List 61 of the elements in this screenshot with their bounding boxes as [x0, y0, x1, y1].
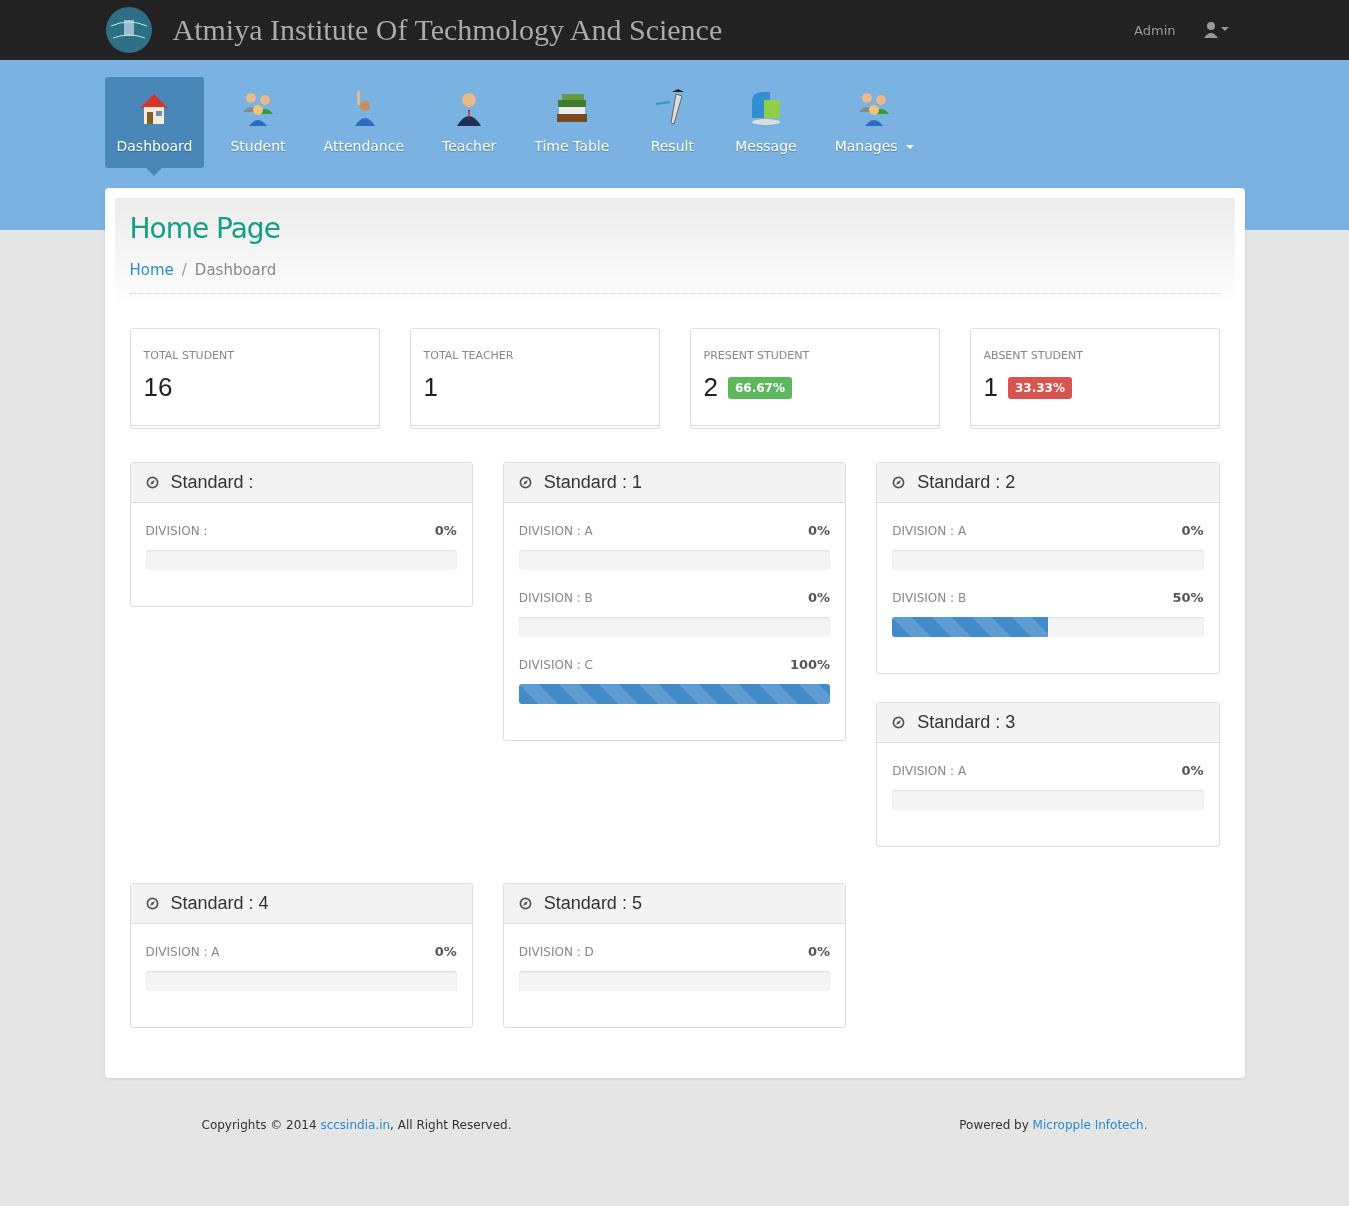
user-name: Admin: [1134, 22, 1176, 38]
division-label: DIVISION : A: [518, 523, 593, 538]
division-percent: 50%: [1172, 590, 1204, 605]
stat-value: 1: [983, 372, 998, 403]
user-menu-icon[interactable]: [1203, 22, 1230, 38]
compass-icon: [518, 476, 532, 489]
panel-title: Standard : 5: [543, 893, 642, 914]
percent-label: 66.67%: [727, 376, 792, 399]
nav-tab[interactable]: Attendance: [311, 77, 417, 168]
nav-tab[interactable]: Student: [218, 77, 298, 168]
stat-label: TOTAL STUDENT: [143, 349, 235, 362]
panel-title: Standard : 2: [917, 472, 1016, 493]
division-label: DIVISION : A: [892, 523, 967, 538]
breadcrumb-current: Dashboard: [194, 261, 277, 279]
division-label: DIVISION :: [145, 523, 208, 538]
division-percent: 0%: [1181, 523, 1204, 538]
compass-icon: [892, 716, 906, 729]
compass-icon: [518, 897, 532, 910]
powered-by-text: Powered by Micropple Infotech.: [959, 1118, 1148, 1132]
division-label: DIVISION : A: [145, 944, 220, 959]
division-percent: 0%: [808, 590, 831, 605]
compass-icon: [145, 476, 159, 489]
nav-tab[interactable]: Teacher: [430, 77, 509, 168]
division-label: DIVISION : C: [518, 657, 593, 672]
division-percent: 0%: [1181, 763, 1204, 778]
nav-tab[interactable]: Dashboard: [104, 77, 205, 168]
division-label: DIVISION : A: [892, 763, 967, 778]
globe-logo-icon: [104, 6, 153, 54]
division-percent: 0%: [434, 944, 457, 959]
site-link[interactable]: sccsindia.in: [320, 1118, 391, 1132]
page-title: Home Page: [129, 212, 281, 245]
panel-title: Standard :: [170, 472, 254, 493]
division-percent: 0%: [808, 944, 831, 959]
company-link[interactable]: Micropple Infotech.: [1032, 1118, 1148, 1132]
nav-tab[interactable]: Time Table: [522, 77, 622, 168]
division-label: DIVISION : B: [892, 590, 967, 605]
division-percent: 100%: [790, 657, 831, 672]
stat-value: 2: [703, 372, 718, 403]
site-title: Atmiya Institute Of Techmology And Science: [172, 13, 724, 47]
stat-label: PRESENT STUDENT: [703, 349, 811, 362]
compass-icon: [892, 476, 906, 489]
division-percent: 0%: [808, 523, 831, 538]
nav-tab[interactable]: Message: [723, 77, 809, 168]
nav-tab[interactable]: Result: [635, 77, 710, 168]
panel-title: Standard : 1: [543, 472, 642, 493]
breadcrumb-link[interactable]: Home: [129, 261, 174, 279]
division-label: DIVISION : D: [518, 944, 594, 959]
division-percent: 0%: [434, 523, 457, 538]
panel-title: Standard : 3: [917, 712, 1016, 733]
stat-label: TOTAL TEACHER: [423, 349, 515, 362]
compass-icon: [145, 897, 159, 910]
nav-tab[interactable]: Manages: [822, 77, 926, 168]
tab-pointer-icon: [146, 168, 163, 176]
percent-label: 33.33%: [1007, 376, 1072, 399]
panel-title: Standard : 4: [170, 893, 269, 914]
copyright-text: Copyrights © 2014 sccsindia.in, All Right Reserved.: [201, 1118, 512, 1132]
breadcrumb-separator: /: [181, 261, 187, 279]
stat-value: 16: [143, 372, 173, 403]
division-label: DIVISION : B: [518, 590, 593, 605]
stat-value: 1: [423, 372, 438, 403]
stat-label: ABSENT STUDENT: [983, 349, 1084, 362]
